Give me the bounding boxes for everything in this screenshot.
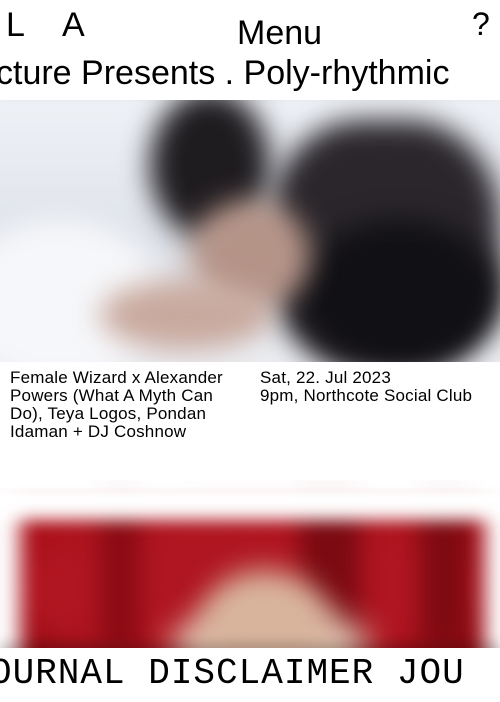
event-image[interactable]	[0, 100, 500, 362]
footer-ticker[interactable]: OURNAL DISCLAIMER JOU	[0, 648, 500, 702]
event-title[interactable]: Female Wizard x Alexander Powers (What A…	[10, 369, 250, 441]
image-curtain-fold	[420, 500, 470, 650]
image-figure-shadow	[300, 220, 500, 362]
site-header: L A Menu ?	[0, 0, 500, 50]
logo-letter-l[interactable]: L	[6, 8, 25, 42]
event-date: Sat, 22. Jul 2023	[260, 368, 391, 387]
footer-ticker-text[interactable]: OURNAL DISCLAIMER JOU	[0, 656, 465, 692]
image-edge-fade	[485, 490, 500, 650]
event-time-venue: 9pm, Northcote Social Club	[260, 386, 473, 405]
ticker-text[interactable]: cture Presents . Poly-rhythmic	[0, 56, 449, 90]
image-figure-arm	[100, 280, 270, 350]
presents-ticker[interactable]: cture Presents . Poly-rhythmic	[0, 50, 500, 100]
menu-button[interactable]: Menu	[237, 16, 322, 50]
event-image[interactable]	[0, 480, 500, 650]
image-edge-fade	[0, 490, 20, 650]
logo-letter-a[interactable]: A	[62, 8, 85, 42]
image-curtain-fold	[100, 500, 140, 650]
image-top-fade	[0, 480, 500, 520]
help-button[interactable]: ?	[472, 8, 490, 40]
